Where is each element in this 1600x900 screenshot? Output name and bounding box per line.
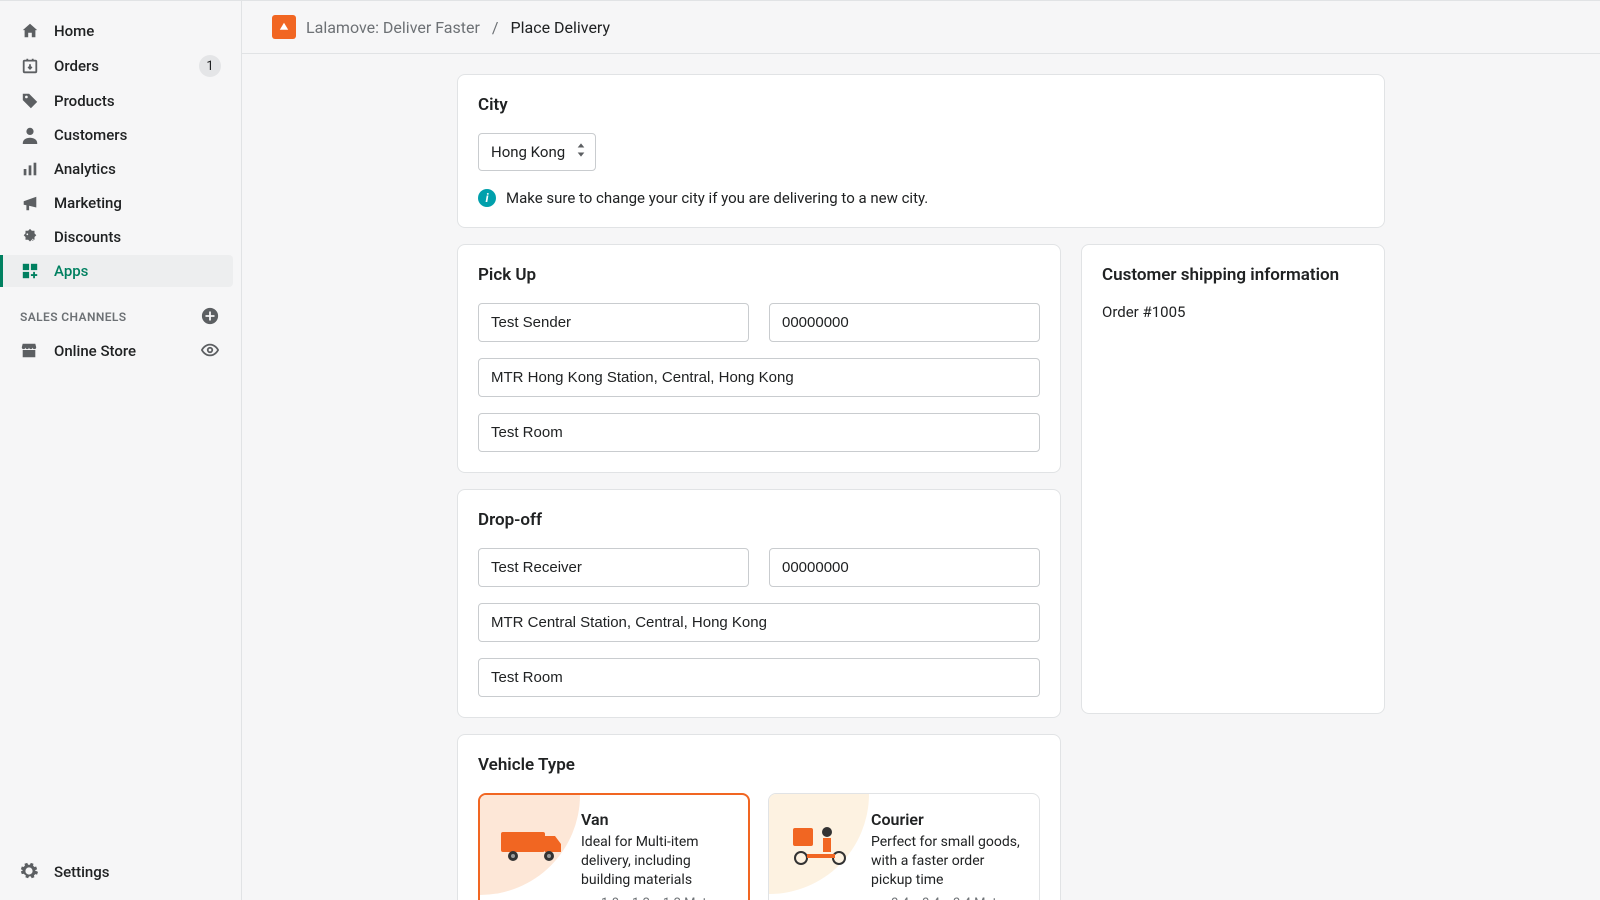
sidebar-item-label: Orders (54, 57, 199, 75)
sidebar-item-label: Products (54, 92, 221, 110)
dropoff-card: Drop-off (457, 489, 1061, 718)
tag-icon (20, 91, 40, 111)
megaphone-icon (20, 193, 40, 213)
sidebar-item-label: Home (54, 22, 221, 40)
vehicle-dims: 1.8 x 1.2 x 1.2 Meter. Up to 800 kg (601, 896, 731, 900)
breadcrumb: Lalamove: Deliver Faster / Place Deliver… (242, 1, 1600, 54)
sidebar-item-discounts[interactable]: Discounts (8, 221, 233, 253)
sidebar-item-label: Analytics (54, 160, 221, 178)
breadcrumb-current: Place Delivery (511, 18, 611, 37)
dropoff-phone-input[interactable] (769, 548, 1040, 587)
sidebar-item-label: Discounts (54, 228, 221, 246)
pickup-address-input[interactable] (478, 358, 1040, 397)
sidebar-item-orders[interactable]: Orders 1 (8, 49, 233, 83)
lalamove-logo (272, 15, 296, 39)
dropoff-detail-input[interactable] (478, 658, 1040, 697)
vehicle-option-van[interactable]: Van Ideal for Multi-item delivery, inclu… (478, 793, 750, 900)
pickup-name-input[interactable] (478, 303, 749, 342)
city-card: City Hong Kong i Make sure to change you… (457, 74, 1385, 228)
orders-icon (20, 56, 40, 76)
sidebar-item-products[interactable]: Products (8, 85, 233, 117)
section-header-label: SALES CHANNELS (20, 310, 127, 324)
vehicle-option-courier[interactable]: Courier Perfect for small goods, with a … (768, 793, 1040, 900)
analytics-icon (20, 159, 40, 179)
user-icon (20, 125, 40, 145)
sidebar-item-marketing[interactable]: Marketing (8, 187, 233, 219)
city-info-text: Make sure to change your city if you are… (506, 189, 928, 207)
pickup-phone-input[interactable] (769, 303, 1040, 342)
sidebar-item-label: Apps (54, 262, 221, 280)
sales-channels-header: SALES CHANNELS (0, 289, 241, 333)
home-icon (20, 21, 40, 41)
vehicle-dims: 0.4 x 0.4 x 0.4 Meter. Up to 10 kg (891, 896, 1021, 900)
dropoff-address-input[interactable] (478, 603, 1040, 642)
vehicle-name: Courier (871, 810, 1021, 829)
vehicle-title: Vehicle Type (478, 755, 1040, 775)
sidebar-item-label: Marketing (54, 194, 221, 212)
sidebar-item-label: Customers (54, 126, 221, 144)
dropoff-name-input[interactable] (478, 548, 749, 587)
order-number: Order #1005 (1102, 303, 1364, 321)
dropoff-title: Drop-off (478, 510, 1040, 530)
orders-badge: 1 (199, 55, 221, 77)
sidebar-item-settings[interactable]: Settings (0, 850, 241, 900)
pickup-title: Pick Up (478, 265, 1040, 285)
van-icon (497, 818, 565, 866)
breadcrumb-app[interactable]: Lalamove: Deliver Faster (306, 18, 480, 37)
view-store-button[interactable] (201, 341, 221, 361)
info-icon: i (478, 189, 496, 207)
shipping-info-card: Customer shipping information Order #100… (1081, 244, 1385, 714)
sidebar: Home Orders 1 Products Customers (0, 1, 242, 900)
settings-label: Settings (54, 863, 110, 881)
sidebar-item-home[interactable]: Home (8, 15, 233, 47)
breadcrumb-separator: / (492, 18, 499, 37)
vehicle-name: Van (581, 810, 731, 829)
sidebar-item-apps[interactable]: Apps (0, 255, 233, 287)
store-icon (20, 341, 40, 361)
apps-icon (20, 261, 40, 281)
pickup-detail-input[interactable] (478, 413, 1040, 452)
vehicle-card: Vehicle Type Van Ideal for Multi-item de… (457, 734, 1061, 900)
sidebar-item-analytics[interactable]: Analytics (8, 153, 233, 185)
vehicle-desc: Ideal for Multi-item delivery, including… (581, 833, 731, 890)
pickup-card: Pick Up (457, 244, 1061, 473)
city-select[interactable]: Hong Kong (478, 133, 596, 171)
discount-icon (20, 227, 40, 247)
add-channel-button[interactable] (201, 307, 221, 327)
channel-online-store[interactable]: Online Store (8, 335, 233, 367)
city-selected-value: Hong Kong (491, 143, 565, 161)
gear-icon (20, 862, 40, 882)
shipping-info-title: Customer shipping information (1102, 265, 1364, 285)
sidebar-item-customers[interactable]: Customers (8, 119, 233, 151)
vehicle-desc: Perfect for small goods, with a faster o… (871, 833, 1021, 890)
courier-icon (787, 818, 855, 866)
channel-label: Online Store (54, 342, 201, 360)
city-title: City (478, 95, 1364, 115)
